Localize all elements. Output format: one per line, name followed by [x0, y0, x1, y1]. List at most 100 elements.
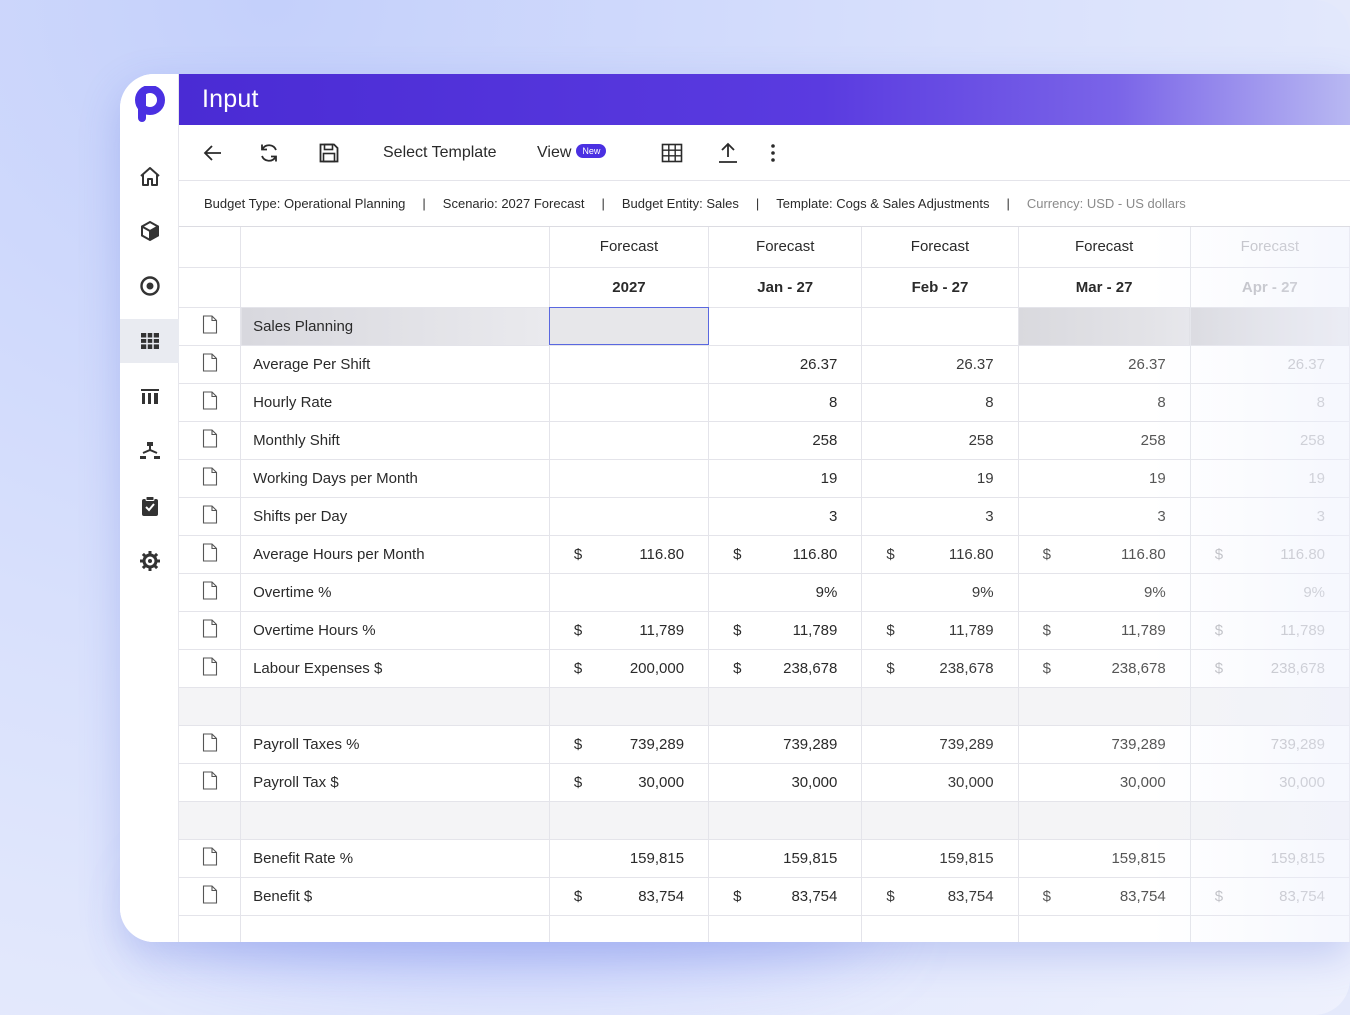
value-cell[interactable]: [1018, 687, 1191, 726]
value-cell[interactable]: $116.80: [861, 535, 1019, 574]
more-options-button[interactable]: [761, 125, 785, 181]
value-cell[interactable]: [549, 497, 710, 536]
export-button[interactable]: [716, 125, 740, 181]
value-cell[interactable]: $83,754: [861, 877, 1019, 916]
value-cell[interactable]: $739,289: [549, 725, 710, 764]
save-button[interactable]: [317, 125, 341, 181]
value-cell[interactable]: [549, 307, 710, 346]
sidebar-item-clipboard[interactable]: [120, 484, 179, 528]
value-cell[interactable]: 739,289: [861, 725, 1019, 764]
value-cell[interactable]: $238,678: [861, 649, 1019, 688]
value-cell[interactable]: 159,815: [708, 839, 863, 878]
value-cell[interactable]: [1018, 801, 1191, 840]
value-cell[interactable]: [861, 687, 1019, 726]
value-cell[interactable]: $116.80: [1190, 535, 1350, 574]
row-document-icon[interactable]: [179, 383, 242, 422]
value-cell[interactable]: 26.37: [1190, 345, 1350, 384]
value-cell[interactable]: 19: [708, 459, 863, 498]
value-cell[interactable]: 26.37: [861, 345, 1019, 384]
value-cell[interactable]: 159,815: [549, 839, 710, 878]
value-cell[interactable]: 30,000: [1018, 763, 1191, 802]
value-cell[interactable]: 30,000: [1190, 763, 1350, 802]
value-cell[interactable]: 3: [1190, 497, 1350, 536]
select-template-button[interactable]: Select Template: [383, 125, 497, 181]
value-cell[interactable]: 3: [1018, 497, 1191, 536]
value-cell[interactable]: 26.37: [708, 345, 863, 384]
value-cell[interactable]: 30,000: [708, 763, 863, 802]
value-cell[interactable]: $116.80: [708, 535, 863, 574]
value-cell[interactable]: [1018, 307, 1191, 346]
value-cell[interactable]: $83,754: [1018, 877, 1191, 916]
value-cell[interactable]: 739,289: [708, 725, 863, 764]
value-cell[interactable]: [861, 307, 1019, 346]
value-cell[interactable]: $238,678: [708, 649, 863, 688]
value-cell[interactable]: 258: [708, 421, 863, 460]
value-cell[interactable]: [549, 801, 710, 840]
grid-view-button[interactable]: [660, 125, 684, 181]
value-cell[interactable]: 30,000: [861, 763, 1019, 802]
row-document-icon[interactable]: [179, 573, 242, 612]
value-cell[interactable]: $11,789: [1018, 611, 1191, 650]
value-cell[interactable]: [549, 421, 710, 460]
sidebar-item-home[interactable]: [120, 155, 179, 199]
row-document-icon[interactable]: [179, 459, 242, 498]
value-cell[interactable]: [708, 801, 863, 840]
value-cell[interactable]: 258: [1190, 421, 1350, 460]
value-cell[interactable]: 9%: [861, 573, 1019, 612]
value-cell[interactable]: 258: [1018, 421, 1191, 460]
value-cell[interactable]: $116.80: [1018, 535, 1191, 574]
value-cell[interactable]: $30,000: [549, 763, 710, 802]
back-button[interactable]: [201, 125, 225, 181]
value-cell[interactable]: 3: [708, 497, 863, 536]
value-cell[interactable]: 159,815: [1018, 839, 1191, 878]
value-cell[interactable]: 159,815: [1190, 839, 1350, 878]
view-button[interactable]: View New: [537, 125, 607, 181]
value-cell[interactable]: [549, 383, 710, 422]
value-cell[interactable]: $200,000: [549, 649, 710, 688]
row-document-icon[interactable]: [179, 725, 242, 764]
row-document-icon[interactable]: [179, 763, 242, 802]
app-logo-icon[interactable]: [134, 85, 168, 126]
value-cell[interactable]: $83,754: [1190, 877, 1350, 916]
value-cell[interactable]: 8: [1190, 383, 1350, 422]
value-cell[interactable]: $116.80: [549, 535, 710, 574]
row-document-icon[interactable]: [179, 839, 242, 878]
value-cell[interactable]: [549, 345, 710, 384]
row-document-icon[interactable]: [179, 497, 242, 536]
value-cell[interactable]: [549, 459, 710, 498]
row-document-icon[interactable]: [179, 535, 242, 574]
value-cell[interactable]: [1190, 801, 1350, 840]
value-cell[interactable]: 159,815: [861, 839, 1019, 878]
value-cell[interactable]: 3: [861, 497, 1019, 536]
value-cell[interactable]: 9%: [708, 573, 863, 612]
value-cell[interactable]: 19: [1018, 459, 1191, 498]
row-document-icon[interactable]: [179, 649, 242, 688]
value-cell[interactable]: $83,754: [549, 877, 710, 916]
sidebar-item-target[interactable]: [120, 264, 179, 308]
sidebar-item-cube[interactable]: [120, 209, 179, 253]
value-cell[interactable]: $11,789: [708, 611, 863, 650]
value-cell[interactable]: [708, 687, 863, 726]
value-cell[interactable]: 258: [861, 421, 1019, 460]
row-document-icon[interactable]: [179, 345, 242, 384]
value-cell[interactable]: 739,289: [1018, 725, 1191, 764]
row-document-icon[interactable]: [179, 307, 242, 346]
value-cell[interactable]: 8: [861, 383, 1019, 422]
value-cell[interactable]: 26.37: [1018, 345, 1191, 384]
row-document-icon[interactable]: [179, 611, 242, 650]
value-cell[interactable]: 19: [861, 459, 1019, 498]
value-cell[interactable]: $11,789: [1190, 611, 1350, 650]
refresh-button[interactable]: [257, 125, 281, 181]
value-cell[interactable]: [1190, 687, 1350, 726]
value-cell[interactable]: $11,789: [861, 611, 1019, 650]
value-cell[interactable]: 8: [1018, 383, 1191, 422]
value-cell[interactable]: 9%: [1190, 573, 1350, 612]
value-cell[interactable]: [549, 573, 710, 612]
sidebar-item-hierarchy[interactable]: [120, 429, 179, 473]
sidebar-item-settings[interactable]: [120, 539, 179, 583]
value-cell[interactable]: [708, 307, 863, 346]
sidebar-item-building[interactable]: [120, 374, 179, 418]
value-cell[interactable]: $238,678: [1018, 649, 1191, 688]
sidebar-item-grid[interactable]: [120, 319, 179, 363]
value-cell[interactable]: $83,754: [708, 877, 863, 916]
